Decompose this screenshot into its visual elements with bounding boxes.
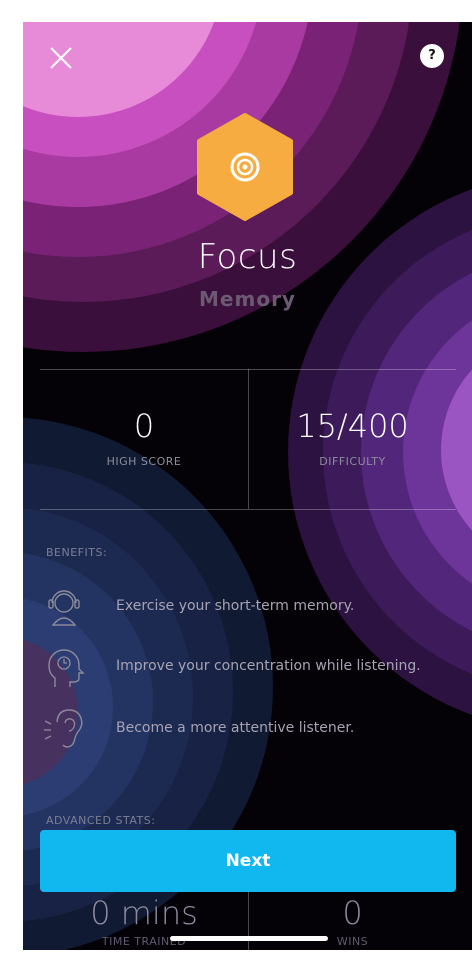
difficulty-label: DIFFICULTY xyxy=(319,455,386,468)
benefits-label: BENEFITS: xyxy=(46,546,108,559)
benefit-item: Exercise your short-term memory. xyxy=(41,585,461,629)
advanced-stats-label: ADVANCED STATS: xyxy=(46,814,156,827)
wins-value: 0 xyxy=(342,894,363,932)
headset-person-icon xyxy=(48,590,80,626)
ear-icon xyxy=(44,709,83,748)
target-icon xyxy=(197,113,293,221)
benefit-item: Improve your concentration while listeni… xyxy=(41,645,461,689)
benefit-text: Exercise your short-term memory. xyxy=(116,598,355,614)
benefit-item: Become a more attentive listener. xyxy=(41,707,461,751)
divider xyxy=(40,509,456,510)
high-score-value: 0 xyxy=(133,407,155,445)
benefit-text: Improve your concentration while listeni… xyxy=(116,658,421,674)
game-badge xyxy=(195,112,295,222)
difficulty-value: 15/400 xyxy=(296,407,409,445)
close-icon xyxy=(50,47,72,69)
help-icon: ? xyxy=(428,48,436,63)
next-button[interactable]: Next xyxy=(40,830,456,892)
game-detail-screen: ? Focus Memory 0 HIGH SCORE 15/400 DIFFI… xyxy=(23,22,472,950)
close-button[interactable] xyxy=(47,44,75,72)
head-clock-icon xyxy=(48,649,85,687)
home-indicator[interactable] xyxy=(170,936,328,941)
game-category: Memory xyxy=(199,287,296,311)
high-score-label: HIGH SCORE xyxy=(106,455,182,468)
help-button[interactable]: ? xyxy=(420,44,444,68)
time-trained-value: 0 mins xyxy=(90,894,198,932)
game-title: Focus xyxy=(197,237,298,277)
benefit-text: Become a more attentive listener. xyxy=(116,720,355,736)
